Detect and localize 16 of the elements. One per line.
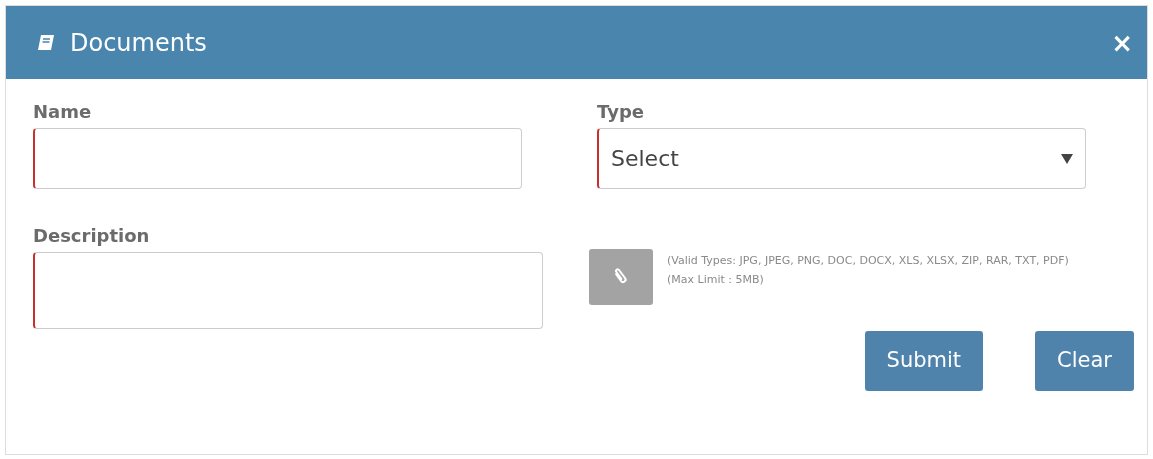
name-field[interactable] — [33, 128, 522, 189]
attach-button[interactable] — [589, 249, 653, 305]
close-button[interactable]: × — [1111, 29, 1133, 56]
field-label: Description — [33, 225, 151, 247]
dialog-title: Documents — [70, 27, 207, 59]
paperclip-icon — [613, 268, 629, 286]
caret-icon — [1061, 153, 1073, 164]
type-dropdown[interactable]: Select — [597, 128, 1086, 189]
valid-types-text: (Valid Types: JPG, JPEG, PNG, DOC, DOCX, XLS, XLSX, ZIP, RAR, TXT, PDF) — [667, 253, 1070, 269]
book-icon — [36, 32, 56, 53]
clear-button[interactable]: Clear — [1035, 331, 1134, 391]
field-label: Type — [597, 101, 645, 123]
max-limit-text: (Max Limit : 5MB) — [667, 272, 765, 288]
description-field[interactable] — [33, 252, 543, 329]
submit-button[interactable]: Submit — [864, 331, 984, 391]
field-label: Name — [33, 101, 93, 123]
